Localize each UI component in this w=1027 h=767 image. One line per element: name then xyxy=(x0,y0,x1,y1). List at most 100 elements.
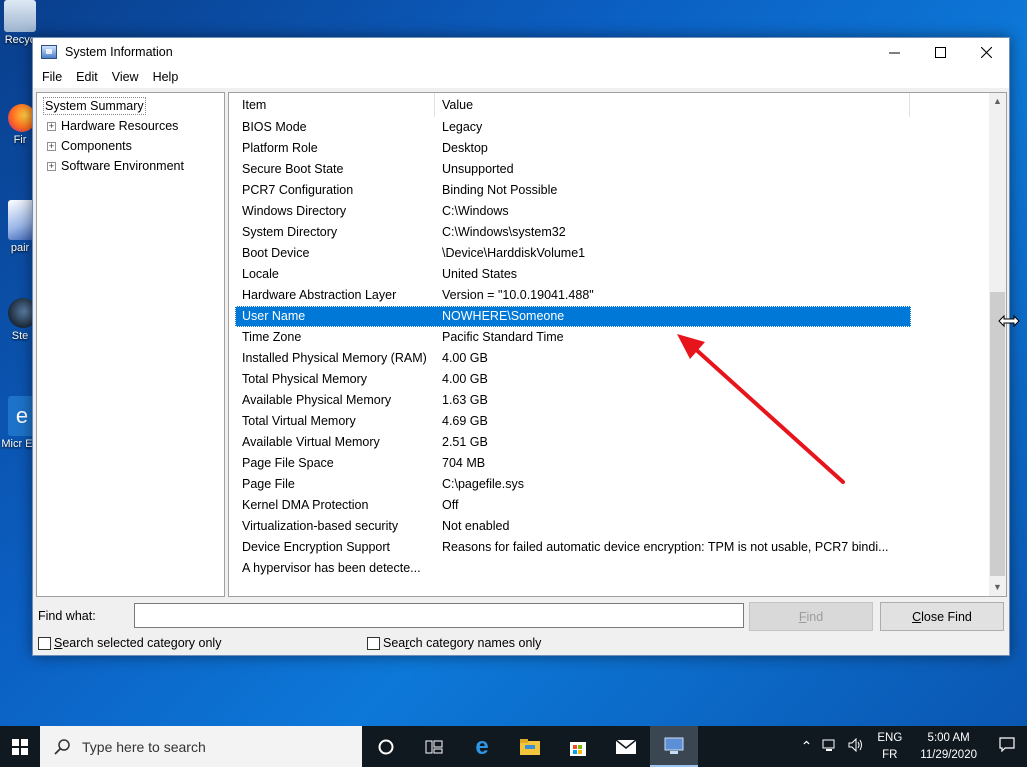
list-row[interactable]: Hardware Abstraction Layer Version = "10.… xyxy=(235,285,911,306)
vertical-scrollbar[interactable]: ▲ ▼ xyxy=(989,93,1006,596)
scroll-down-icon[interactable]: ▼ xyxy=(989,579,1006,596)
details-list: Item Value BIOS Mode Legacy Platform Role D… xyxy=(228,92,1007,597)
list-cell-item: Total Virtual Memory xyxy=(242,414,356,428)
list-cell-value: 1.63 GB xyxy=(442,393,488,407)
list-cell-item: Secure Boot State xyxy=(242,162,344,176)
taskbar-search-box[interactable]: Type here to search xyxy=(40,726,362,767)
list-row[interactable]: Available Physical Memory 1.63 GB xyxy=(235,390,911,411)
recycle-bin-icon xyxy=(4,0,36,32)
menu-help[interactable]: Help xyxy=(146,70,186,84)
column-header-item[interactable]: Item xyxy=(235,93,435,117)
tree-item-hardware-resources[interactable]: + Hardware Resources xyxy=(37,116,224,136)
clock-date: 11/29/2020 xyxy=(920,748,977,761)
list-cell-item: Total Physical Memory xyxy=(242,372,368,386)
close-icon xyxy=(980,46,992,58)
minimize-button[interactable] xyxy=(871,38,917,66)
list-cell-item: Available Virtual Memory xyxy=(242,435,380,449)
system-information-taskbar-button[interactable] xyxy=(650,726,698,767)
network-icon[interactable] xyxy=(817,738,843,755)
list-row[interactable]: Total Physical Memory 4.00 GB xyxy=(235,369,911,390)
maximize-button[interactable] xyxy=(917,38,963,66)
scrollbar-thumb[interactable] xyxy=(990,292,1005,576)
task-view-button[interactable] xyxy=(410,726,458,767)
search-category-names-checkbox[interactable]: Search category names only xyxy=(367,636,541,650)
title-bar[interactable]: System Information xyxy=(33,38,1009,66)
list-row[interactable]: Platform Role Desktop xyxy=(235,138,911,159)
list-row[interactable]: Available Virtual Memory 2.51 GB xyxy=(235,432,911,453)
list-cell-item: A hypervisor has been detecte... xyxy=(242,561,421,575)
tree-item-label: Hardware Resources xyxy=(61,119,179,133)
windows-logo-icon xyxy=(12,738,28,755)
system-tray: ⌃ ENG FR 5:00 AM 11/29/2020 xyxy=(796,726,1027,767)
tree-item-software-environment[interactable]: + Software Environment xyxy=(37,156,224,176)
expand-icon[interactable]: + xyxy=(47,121,56,131)
search-selected-category-checkbox[interactable]: Search selected category only xyxy=(38,636,221,650)
tree-item-components[interactable]: + Components xyxy=(37,136,224,156)
close-find-button[interactable]: Close Find xyxy=(880,602,1004,631)
start-button[interactable] xyxy=(0,726,40,767)
action-center-button[interactable] xyxy=(987,737,1027,756)
list-cell-item: User Name xyxy=(242,309,306,323)
column-header-value[interactable]: Value xyxy=(435,93,910,117)
scroll-up-icon[interactable]: ▲ xyxy=(989,93,1006,110)
list-row[interactable]: Time Zone Pacific Standard Time xyxy=(235,327,911,348)
checkbox-label: Search selected category only xyxy=(54,636,222,650)
list-cell-value: C:\Windows\system32 xyxy=(442,225,566,239)
list-row[interactable]: Installed Physical Memory (RAM) 4.00 GB xyxy=(235,348,911,369)
volume-icon-glyph xyxy=(848,737,863,753)
list-row[interactable]: PCR7 Configuration Binding Not Possible xyxy=(235,180,911,201)
checkbox-box[interactable] xyxy=(367,636,380,650)
find-button[interactable]: Find xyxy=(749,602,873,631)
list-row[interactable]: Page File C:\pagefile.sys xyxy=(235,474,911,495)
list-row[interactable]: Page File Space 704 MB xyxy=(235,453,911,474)
maximize-icon xyxy=(934,46,946,58)
list-cell-value: 704 MB xyxy=(442,456,486,470)
list-row[interactable]: Virtualization-based security Not enabled xyxy=(235,516,911,537)
list-row[interactable]: System Directory C:\Windows\system32 xyxy=(235,222,911,243)
cortana-button[interactable] xyxy=(362,726,410,767)
list-row[interactable]: Kernel DMA Protection Off xyxy=(235,495,911,516)
store-button[interactable] xyxy=(554,726,602,767)
list-row[interactable]: Windows Directory C:\Windows xyxy=(235,201,911,222)
list-cell-value: Off xyxy=(442,498,459,512)
taskbar: Type here to search e ⌃ ENG FR 5:00 AM 1 xyxy=(0,726,1027,767)
list-row[interactable]: Total Virtual Memory 4.69 GB xyxy=(235,411,911,432)
file-explorer-button[interactable] xyxy=(506,726,554,767)
list-cell-item: Virtualization-based security xyxy=(242,519,399,533)
list-row[interactable]: Locale United States xyxy=(235,264,911,285)
volume-icon[interactable] xyxy=(843,737,869,755)
clock[interactable]: 5:00 AM 11/29/2020 xyxy=(910,730,987,764)
list-cell-value: Binding Not Possible xyxy=(442,183,558,197)
expand-icon[interactable]: + xyxy=(47,161,56,171)
checkbox-box[interactable] xyxy=(38,636,51,650)
list-cell-item: Time Zone xyxy=(242,330,302,344)
edge-taskbar-button[interactable]: e xyxy=(458,726,506,767)
list-cell-item: Available Physical Memory xyxy=(242,393,392,407)
input-language-indicator[interactable]: ENG FR xyxy=(869,730,910,764)
list-cell-value xyxy=(435,558,911,579)
expand-icon[interactable]: + xyxy=(47,141,56,151)
tree-item-system-summary[interactable]: System Summary xyxy=(37,96,224,116)
cortana-icon xyxy=(378,739,394,754)
edge-icon: e xyxy=(475,732,489,760)
find-what-input[interactable] xyxy=(134,603,744,628)
list-row[interactable]: Device Encryption Support Reasons for fai… xyxy=(235,537,911,558)
store-bag-icon xyxy=(570,741,586,756)
list-cell-item: Platform Role xyxy=(242,141,318,155)
show-hidden-icons-icon[interactable]: ⌃ xyxy=(796,738,818,755)
list-cell-item: BIOS Mode xyxy=(242,120,307,134)
find-bar: Find what: Find Close Find Search select… xyxy=(33,600,1009,656)
list-cell-value: C:\Windows xyxy=(442,204,509,218)
mail-button[interactable] xyxy=(602,726,650,767)
list-row[interactable]: Secure Boot State Unsupported xyxy=(235,159,911,180)
menu-edit[interactable]: Edit xyxy=(69,70,105,84)
list-row[interactable]: A hypervisor has been detecte... xyxy=(235,558,911,579)
list-row[interactable]: User Name NOWHERE\Someone xyxy=(235,306,911,327)
menu-view[interactable]: View xyxy=(105,70,146,84)
list-row[interactable]: Boot Device \Device\HarddiskVolume1 xyxy=(235,243,911,264)
list-row[interactable]: BIOS Mode Legacy xyxy=(235,117,911,138)
find-button-label: Find xyxy=(798,609,824,624)
menu-file[interactable]: File xyxy=(35,70,69,84)
close-button[interactable] xyxy=(963,38,1009,66)
tree-item-label: System Summary xyxy=(43,97,146,115)
